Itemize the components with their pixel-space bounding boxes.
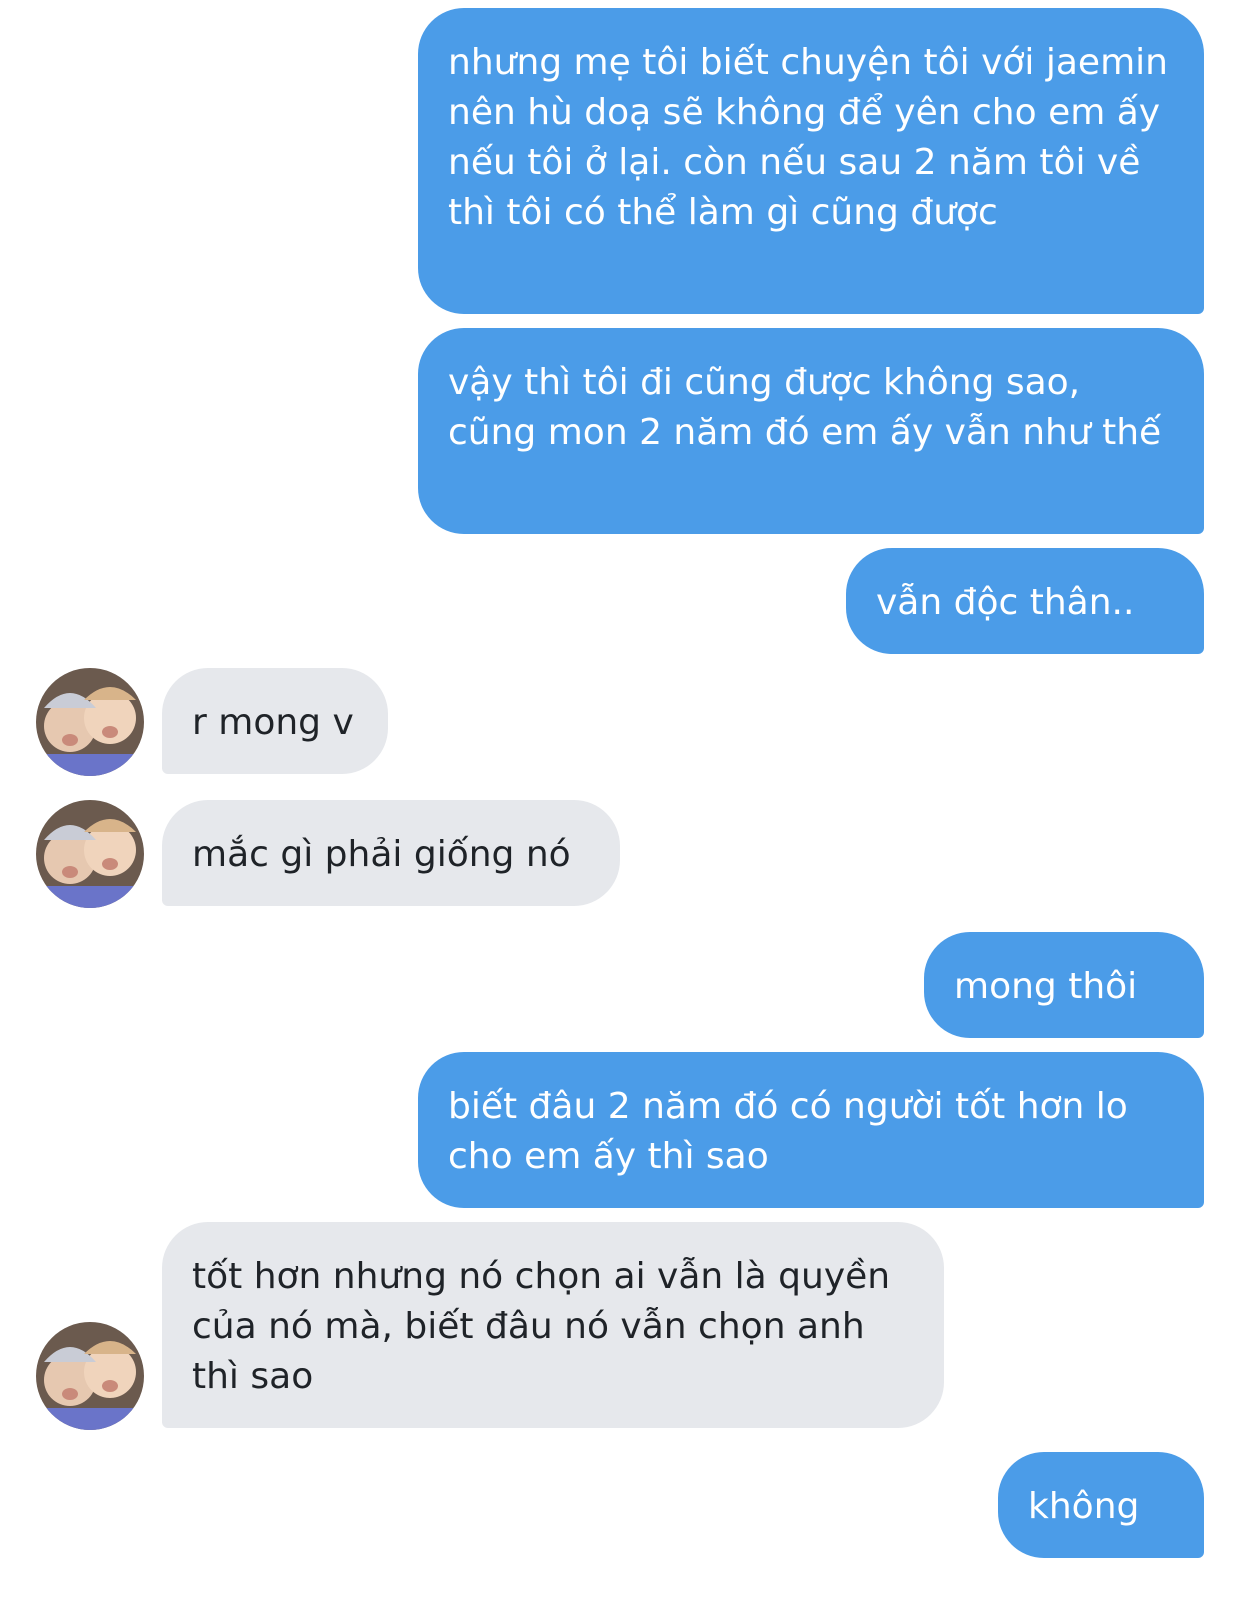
contact-avatar[interactable] <box>36 800 144 908</box>
message-text: mắc gì phải giống nó <box>192 834 571 875</box>
sent-message-bubble[interactable]: vẫn độc thân.. <box>846 548 1204 654</box>
received-message-bubble[interactable]: mắc gì phải giống nó <box>162 800 620 906</box>
message-text: vậy thì tôi đi cũng được không sao, cũng… <box>448 362 1162 453</box>
sent-message-bubble[interactable]: nhưng mẹ tôi biết chuyện tôi với jaemin … <box>418 8 1204 314</box>
contact-avatar[interactable] <box>36 1322 144 1430</box>
sent-message-bubble[interactable]: mong thôi <box>924 932 1204 1038</box>
sent-message-bubble[interactable]: vậy thì tôi đi cũng được không sao, cũng… <box>418 328 1204 534</box>
message-text: nhưng mẹ tôi biết chuyện tôi với jaemin … <box>448 42 1168 233</box>
sent-message-bubble[interactable]: biết đâu 2 năm đó có người tốt hơn lo ch… <box>418 1052 1204 1208</box>
message-text: vẫn độc thân.. <box>876 582 1135 623</box>
sent-message-bubble[interactable]: không <box>998 1452 1204 1558</box>
received-message-bubble[interactable]: r mong v <box>162 668 388 774</box>
message-text: mong thôi <box>954 966 1138 1007</box>
avatar-photo-icon <box>36 800 144 908</box>
message-text: tốt hơn nhưng nó chọn ai vẫn là quyền củ… <box>192 1256 891 1397</box>
avatar-photo-icon <box>36 668 144 776</box>
received-message-bubble[interactable]: tốt hơn nhưng nó chọn ai vẫn là quyền củ… <box>162 1222 944 1428</box>
contact-avatar[interactable] <box>36 668 144 776</box>
message-text: không <box>1028 1486 1140 1527</box>
avatar-photo-icon <box>36 1322 144 1430</box>
message-thread[interactable]: nhưng mẹ tôi biết chuyện tôi với jaemin … <box>0 0 1242 1605</box>
message-text: r mong v <box>192 702 354 743</box>
message-text: biết đâu 2 năm đó có người tốt hơn lo ch… <box>448 1086 1128 1177</box>
